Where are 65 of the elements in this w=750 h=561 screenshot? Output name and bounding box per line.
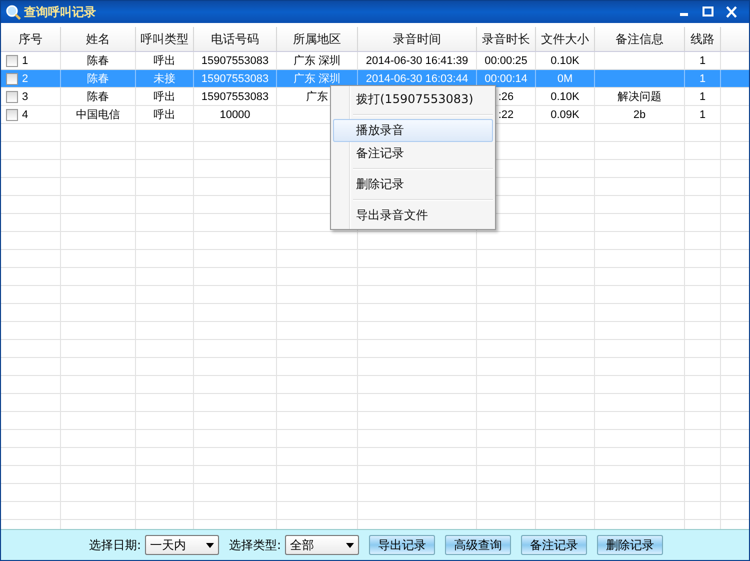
- table-cell: 15907553083: [201, 54, 269, 66]
- table-cell: 2b: [633, 108, 646, 120]
- column-header[interactable]: 所属地区: [277, 27, 358, 51]
- table-cell-text: 未接: [154, 72, 176, 86]
- checkbox[interactable]: [6, 54, 18, 66]
- table-cell: 4: [22, 108, 28, 120]
- checkbox[interactable]: [6, 72, 18, 84]
- type-label: 选择类型:: [229, 536, 282, 554]
- table-cell: :26: [498, 90, 514, 102]
- table-cell: 10000: [220, 108, 250, 120]
- table-cell: 2014-06-30 16:03:44: [366, 72, 468, 84]
- checkbox[interactable]: [6, 108, 18, 120]
- search-icon: [5, 4, 21, 20]
- type-dropdown[interactable]: 全部: [285, 535, 360, 555]
- column-header[interactable]: 序号: [1, 27, 61, 51]
- column-header[interactable]: 文件大小: [536, 27, 595, 51]
- table-cell-text: 广东: [306, 90, 328, 104]
- table-cell: 1: [699, 108, 706, 120]
- column-header[interactable]: 备注信息: [595, 27, 685, 51]
- table-cell-text: 陈春: [87, 90, 109, 104]
- column-header[interactable]: 录音时长: [477, 27, 536, 51]
- column-header[interactable]: 电话号码: [194, 27, 277, 51]
- table-cell: 15907553083: [201, 90, 269, 102]
- table-cell: 3: [22, 90, 28, 102]
- checkbox[interactable]: [6, 90, 18, 102]
- table-cell-text: 陈春: [87, 54, 109, 68]
- toolbar-button[interactable]: 导出记录: [369, 535, 436, 555]
- date-dropdown[interactable]: 一天内: [145, 535, 220, 555]
- table-cell: 0.10K: [550, 54, 580, 66]
- menu-item[interactable]: 播放录音: [333, 119, 493, 142]
- table-cell: 1: [699, 72, 706, 84]
- column-header[interactable]: 线路: [685, 27, 721, 51]
- column-header[interactable]: 呼叫类型: [136, 27, 194, 51]
- table-cell-text: 呼出: [154, 90, 176, 104]
- column-header[interactable]: 录音时间: [358, 27, 477, 51]
- table-cell: 2014-06-30 16:41:39: [366, 54, 468, 66]
- menu-item[interactable]: 备注记录: [333, 142, 493, 165]
- table-cell: 00:00:14: [484, 72, 528, 84]
- toolbar-button[interactable]: 备注记录: [521, 535, 588, 555]
- caret-icon: [206, 542, 214, 548]
- table-cell-text: 广东 深圳: [293, 54, 341, 68]
- menu-item[interactable]: 导出录音文件: [333, 204, 493, 227]
- window-title: 查询呼叫记录: [24, 4, 96, 20]
- table-cell: 2: [22, 72, 28, 84]
- table-cell: :22: [498, 108, 514, 120]
- menu-item[interactable]: 删除记录: [333, 173, 493, 196]
- table-cell: 0M: [557, 72, 573, 84]
- toolbar-button[interactable]: 高级查询: [445, 535, 512, 555]
- column-header[interactable]: 姓名: [61, 27, 136, 51]
- table-cell-text: 呼出: [154, 108, 176, 122]
- table-cell-text: 呼出: [154, 54, 176, 68]
- toolbar-button[interactable]: 删除记录: [597, 535, 664, 555]
- date-label: 选择日期:: [89, 536, 142, 554]
- table-cell: 00:00:25: [484, 54, 528, 66]
- table-cell: 15907553083: [201, 72, 269, 84]
- caret-icon: [346, 542, 354, 548]
- table-cell: 0.09K: [550, 108, 580, 120]
- table-cell-text: 中国电信: [76, 108, 120, 122]
- table-cell-text: 广东 深圳: [293, 72, 341, 86]
- table-cell-text: 陈春: [87, 72, 109, 86]
- table-cell: 1: [699, 54, 706, 66]
- table-cell: 0.10K: [550, 90, 580, 102]
- table-cell: 1: [22, 54, 28, 66]
- table-cell: 1: [699, 90, 706, 102]
- table-cell-text: 解决问题: [618, 90, 662, 104]
